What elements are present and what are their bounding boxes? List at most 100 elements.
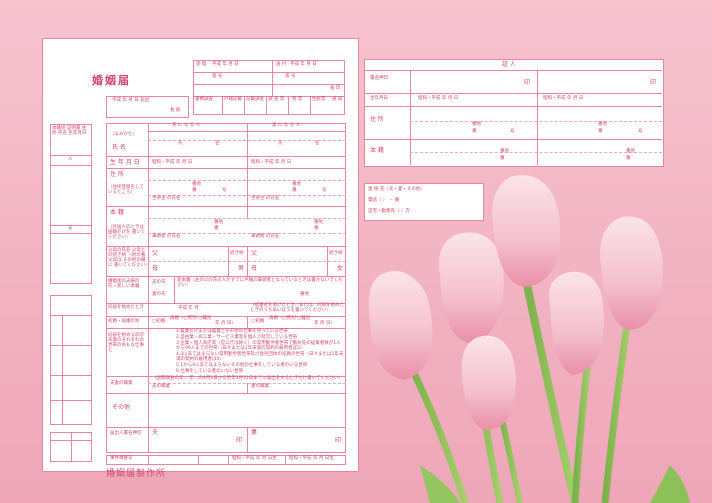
addressee: 長 殿 [170, 108, 181, 113]
form-title: 婚姻届 [92, 74, 131, 87]
wife-address-go: 号 [322, 188, 327, 193]
witness2-address-banchi: 番地 [598, 122, 607, 127]
name-label: 氏 名 [112, 144, 126, 151]
cohabit-date: 平成 年 月 [178, 306, 199, 311]
wife-mother: 母 [251, 265, 258, 272]
honseki-note: （外国人のときは 国籍だけを 書いてください） [108, 225, 146, 240]
husband-birth: 昭和・平成 年 月 日 [152, 160, 193, 165]
husband-given-name: 名 [215, 141, 220, 146]
occupation-label: 同居を始める前の夫妻のそれぞれの世帯のおもな仕事と [108, 333, 144, 353]
witness2-honseki-banchi: 番地 [626, 149, 635, 154]
husband-previous-date: 年 月 日） [215, 321, 236, 326]
wife-honseki-ban: 番 [314, 226, 319, 231]
wife-job: 妻の職業 [251, 384, 269, 389]
witness2-address-go: 号 [638, 129, 643, 134]
case-birth-husband: 昭和・平成 年 月 日生 [232, 456, 277, 461]
previous-label: 初婚・再婚の別 [108, 319, 140, 324]
wife-column-header: 妻 に な る 人 [272, 123, 301, 128]
witness1-stamp: 印 [524, 79, 531, 86]
witness-birth-label: 生年月日 [370, 96, 388, 101]
husband-remarried: 再婚（□死別 □離別 [170, 316, 212, 321]
wife-birth: 昭和・平成 年 月 日 [251, 160, 292, 165]
address-note: （住民登録をして いるところ） [108, 185, 144, 195]
cohabit-note: （結婚式をあげたとき、または、同居を始めたときのうち早いほうを書いてください） [250, 303, 345, 313]
husband-relation: 続き柄 [230, 251, 244, 256]
chief-label: 長 印 [330, 86, 341, 91]
witness-signer-label: 署名押印 [370, 76, 388, 81]
husband-son: 男 [238, 265, 245, 272]
left-strip-top [50, 124, 92, 284]
filing-date: 平成 年 月 日 届出 [112, 98, 150, 103]
wife-family-name: 氏 [278, 141, 283, 146]
cohabit-label: 同居を始めたとき [108, 305, 144, 310]
occupation-item-3: 3.企業・個人商店等（官公庁は除く）の常用勤労者世帯で勤め先の従業者数が1人から… [176, 341, 341, 351]
furigana-label: （よみかた） [110, 132, 137, 137]
doc-check: 書類調査 [195, 97, 213, 102]
new-honseki-note: 新本籍（左の☑の氏の人がすでに戸籍の筆頭者となっているときは書かないでください） [177, 278, 343, 288]
husband-address-go: 号 [222, 188, 227, 193]
witness1-address-go: 号 [510, 129, 515, 134]
received-number: 第 号 [212, 74, 223, 79]
register-entry: 戸籍記載 [224, 97, 242, 102]
wife-sign: 妻 [251, 429, 258, 436]
husband-hitto: 筆頭者 の氏名 [152, 234, 181, 239]
witness1-address-banchi: 番地 [472, 122, 481, 127]
address-label: 住 所 [110, 171, 124, 178]
birth-label: 生 年 月 日 [110, 159, 140, 166]
husband-mother: 母 [152, 265, 159, 272]
left-strip-h1: 人 [68, 157, 73, 162]
husband-householder: 世帯主 の氏名 [152, 196, 181, 201]
signer-label: 届出人署名押印 [110, 431, 142, 436]
new-family-label: 婚姻後の夫婦の氏・新しい本籍 [108, 279, 140, 289]
wife-householder: 世帯主 の氏名 [251, 196, 280, 201]
witness2-address-ban: 番 [598, 129, 603, 134]
witness-address-label: 住 所 [370, 116, 384, 123]
witness1-honseki-ban: 番 [500, 156, 505, 161]
sent-date: 平成 年 月 日 [290, 62, 317, 67]
witness2-stamp: 印 [650, 79, 657, 86]
register-check: 記載調査 [246, 97, 264, 102]
job-label: 夫妻の職業 [110, 381, 133, 386]
maker-name: 婚姻届製作所 [106, 469, 167, 479]
wife-given-name: 名 [315, 141, 320, 146]
sent-number: 第 号 [285, 74, 296, 79]
husband-family-name: 氏 [178, 141, 183, 146]
wife-address-ban: 番 [292, 188, 297, 193]
wife-stamp: 印 [335, 437, 342, 444]
husband-job: 夫の職業 [152, 384, 170, 389]
notice-sheet: 通 知 [332, 97, 343, 102]
parents-label: 父母の氏名 父母との続き柄 （他の養父母は その他の欄に 書いてください） [108, 248, 150, 268]
wife-father: 父 [251, 250, 258, 257]
attached-sheet: 附 票 [292, 97, 303, 102]
wife-previous-date: 年 月 日） [314, 321, 335, 326]
husband-column-header: 夫 に な る 人 [172, 123, 201, 128]
received-date: 平成 年 月 日 [212, 62, 239, 67]
honseki-label: 本 籍 [110, 209, 124, 216]
received-label: 受 理 [196, 62, 207, 67]
witness2-honseki-ban: 番 [626, 156, 631, 161]
new-honseki-banchi: 番地 [300, 292, 309, 297]
witness1-honseki-banchi: 番地 [500, 149, 509, 154]
reception-block [193, 60, 345, 115]
witness1-address-ban: 番 [472, 129, 477, 134]
sent-label: 送 付 [276, 62, 287, 67]
husband-address-ban: 番 [192, 188, 197, 193]
wife-hitto: 筆頭者 の氏名 [251, 234, 280, 239]
case-number-label: 事件簿番号 [110, 456, 133, 461]
survey-sheet: 調 査 票 [268, 97, 285, 102]
witness-honseki-label: 本 籍 [370, 147, 384, 154]
husband-father: 父 [152, 250, 159, 257]
witness-table [364, 59, 664, 167]
husband-stamp: 印 [236, 437, 243, 444]
left-strip-label: 本籍地 証明書 住所 氏名 生年月日 [52, 126, 87, 136]
occupation-item-4: 4.3にあてはまらない常用勤労者世帯及び会社団体の役員の世帯（日々または1年未満… [176, 352, 344, 362]
other-label: その他 [112, 404, 131, 411]
wife-remarried: 再婚（□死別 □離別 [269, 316, 311, 321]
left-strip-h2: 夫 [68, 226, 73, 231]
husband-first: □初婚 [152, 319, 166, 324]
wife-first: □初婚 [251, 319, 265, 324]
resident-sheet: 住民票 [312, 97, 326, 102]
husband-sign: 夫 [152, 429, 159, 436]
wife-family-option: 妻の氏 [152, 292, 166, 297]
occupation-item-6: 6.仕事をしている者のいない世帯 [176, 369, 244, 374]
